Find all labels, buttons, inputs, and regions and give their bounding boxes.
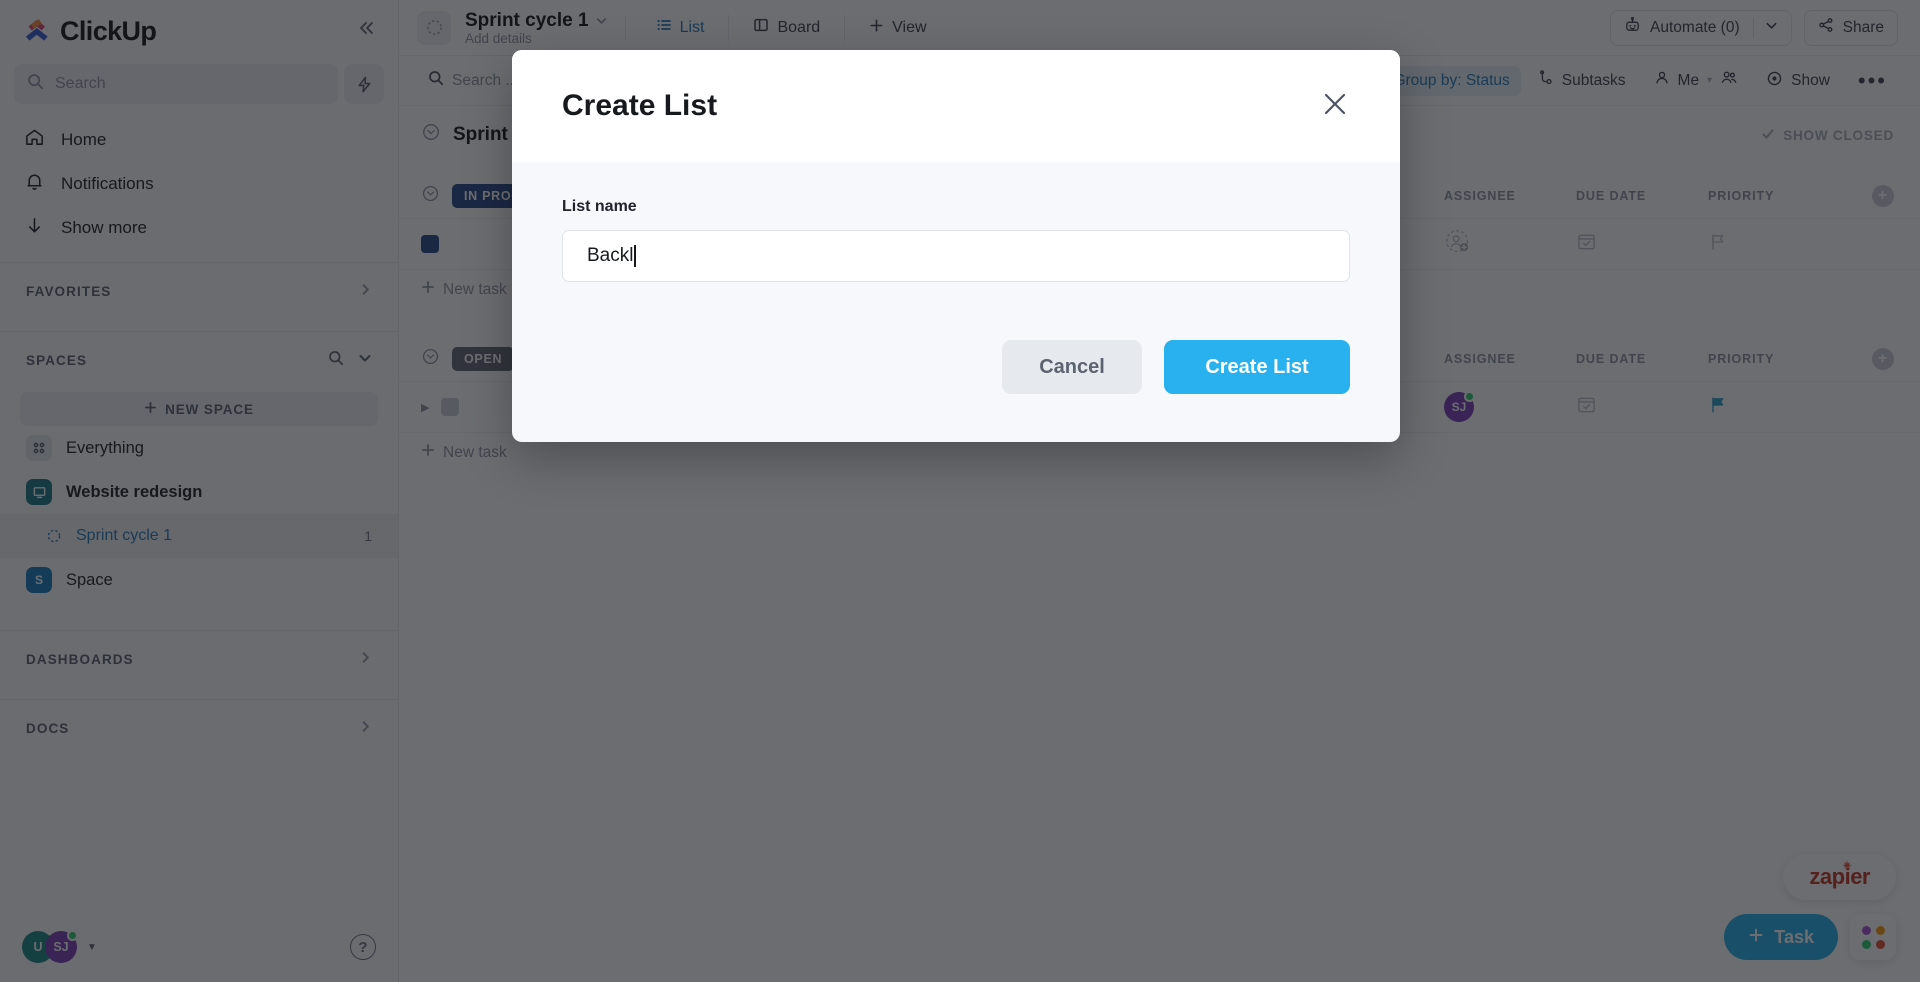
cancel-button[interactable]: Cancel <box>1002 340 1142 394</box>
close-icon[interactable] <box>1320 89 1350 124</box>
create-list-modal: Create List List name Backl Cancel Creat… <box>512 50 1400 442</box>
modal-actions: Cancel Create List <box>512 282 1400 442</box>
clickup-app: ClickUp Search <box>0 0 1920 982</box>
create-list-button[interactable]: Create List <box>1164 340 1350 394</box>
text-cursor <box>634 245 636 267</box>
list-name-input[interactable]: Backl <box>562 230 1350 282</box>
modal-header: Create List <box>512 50 1400 162</box>
modal-body: List name Backl <box>512 162 1400 282</box>
list-name-value: Backl <box>587 245 634 266</box>
modal-title: Create List <box>562 89 718 122</box>
list-name-label: List name <box>562 198 637 215</box>
